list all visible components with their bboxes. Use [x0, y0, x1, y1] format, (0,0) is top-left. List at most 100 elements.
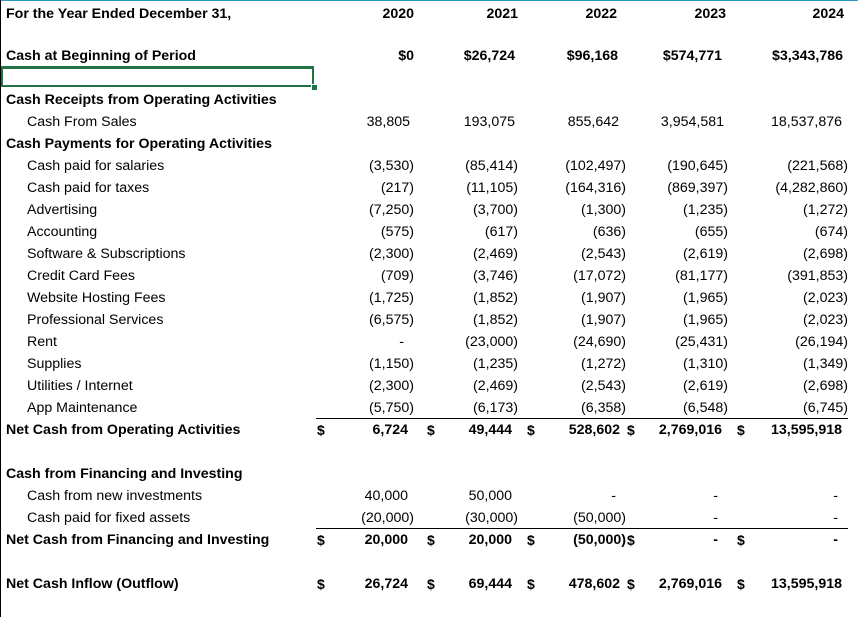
fin-row-1-2020[interactable]: (20,000)	[330, 507, 414, 529]
op-row-11-2023[interactable]: (6,548)	[640, 397, 728, 419]
op-row-0-2024[interactable]: (221,568)	[740, 155, 848, 177]
op-row-8-2022[interactable]: (24,690)	[540, 331, 626, 353]
op-row-4-2020[interactable]: (2,300)	[330, 243, 414, 265]
sales-2020[interactable]: 38,805	[330, 111, 410, 133]
op-row-2-label[interactable]: Advertising	[27, 199, 97, 221]
year-2020[interactable]: 2020	[330, 3, 414, 25]
op-row-6-2023[interactable]: (1,965)	[640, 287, 728, 309]
financing-heading[interactable]: Cash from Financing and Investing	[6, 463, 242, 485]
sales-2022[interactable]: 855,642	[540, 111, 619, 133]
net-inflow-2024[interactable]: 13,595,918	[750, 573, 842, 595]
op-row-11-2021[interactable]: (6,173)	[440, 397, 518, 419]
op-row-2-2022[interactable]: (1,300)	[540, 199, 626, 221]
op-row-7-2022[interactable]: (1,907)	[540, 309, 626, 331]
net-financing-2020[interactable]: 20,000	[340, 529, 408, 551]
op-row-6-2020[interactable]: (1,725)	[330, 287, 414, 309]
op-row-7-2021[interactable]: (1,852)	[440, 309, 518, 331]
op-row-8-2021[interactable]: (23,000)	[440, 331, 518, 353]
op-row-4-label[interactable]: Software & Subscriptions	[27, 243, 186, 265]
op-row-9-2021[interactable]: (1,235)	[440, 353, 518, 375]
net-operating-2020[interactable]: 6,724	[340, 419, 408, 441]
net-financing-2022[interactable]: (50,000)	[550, 529, 626, 551]
fin-row-0-2023[interactable]: -	[640, 485, 718, 507]
op-row-9-2024[interactable]: (1,349)	[740, 353, 848, 375]
op-row-1-2022[interactable]: (164,316)	[540, 177, 626, 199]
op-row-5-2022[interactable]: (17,072)	[540, 265, 626, 287]
sales-label[interactable]: Cash From Sales	[27, 111, 137, 133]
op-row-4-2021[interactable]: (2,469)	[440, 243, 518, 265]
op-row-6-label[interactable]: Website Hosting Fees	[27, 287, 166, 309]
net-financing-2023[interactable]: -	[650, 529, 718, 551]
op-row-1-2023[interactable]: (869,397)	[640, 177, 728, 199]
year-2024[interactable]: 2024	[740, 3, 844, 25]
fin-row-0-2021[interactable]: 50,000	[440, 485, 512, 507]
op-row-10-2021[interactable]: (2,469)	[440, 375, 518, 397]
op-row-6-2022[interactable]: (1,907)	[540, 287, 626, 309]
year-2022[interactable]: 2022	[540, 3, 617, 25]
op-row-0-label[interactable]: Cash paid for salaries	[27, 155, 164, 177]
net-inflow-2020[interactable]: 26,724	[340, 573, 408, 595]
net-financing-2024[interactable]: -	[750, 529, 838, 551]
op-row-7-2023[interactable]: (1,965)	[640, 309, 728, 331]
op-row-0-2020[interactable]: (3,530)	[330, 155, 414, 177]
fill-handle[interactable]	[311, 84, 318, 91]
net-financing-2021[interactable]: 20,000	[450, 529, 512, 551]
fin-row-1-2022[interactable]: (50,000)	[540, 507, 626, 529]
fin-row-0-2024[interactable]: -	[740, 485, 838, 507]
op-row-2-2023[interactable]: (1,235)	[640, 199, 728, 221]
op-row-8-2020[interactable]: -	[330, 331, 404, 353]
net-operating-2021[interactable]: 49,444	[450, 419, 512, 441]
op-row-8-label[interactable]: Rent	[27, 331, 57, 353]
op-row-2-2024[interactable]: (1,272)	[740, 199, 848, 221]
sales-2023[interactable]: 3,954,581	[640, 111, 724, 133]
net-inflow-2021[interactable]: 69,444	[450, 573, 512, 595]
op-row-10-2024[interactable]: (2,698)	[740, 375, 848, 397]
op-row-3-2022[interactable]: (636)	[540, 221, 626, 243]
op-row-5-label[interactable]: Credit Card Fees	[27, 265, 135, 287]
net-operating-label[interactable]: Net Cash from Operating Activities	[6, 419, 240, 441]
op-row-7-2024[interactable]: (2,023)	[740, 309, 848, 331]
op-row-6-2024[interactable]: (2,023)	[740, 287, 848, 309]
op-row-2-2020[interactable]: (7,250)	[330, 199, 414, 221]
selected-cell[interactable]	[1, 67, 314, 87]
fin-row-0-2022[interactable]: -	[540, 485, 616, 507]
op-row-11-label[interactable]: App Maintenance	[27, 397, 137, 419]
header-label[interactable]: For the Year Ended December 31,	[6, 3, 231, 25]
op-row-5-2021[interactable]: (3,746)	[440, 265, 518, 287]
op-row-5-2023[interactable]: (81,177)	[640, 265, 728, 287]
op-row-4-2024[interactable]: (2,698)	[740, 243, 848, 265]
op-row-0-2021[interactable]: (85,414)	[440, 155, 518, 177]
op-row-3-2021[interactable]: (617)	[440, 221, 518, 243]
fin-row-1-2024[interactable]: -	[740, 507, 838, 529]
receipts-heading[interactable]: Cash Receipts from Operating Activities	[6, 89, 277, 111]
op-row-8-2023[interactable]: (25,431)	[640, 331, 728, 353]
net-operating-2024[interactable]: 13,595,918	[750, 419, 842, 441]
net-financing-label[interactable]: Net Cash from Financing and Investing	[6, 529, 269, 551]
op-row-1-2021[interactable]: (11,105)	[440, 177, 518, 199]
op-row-8-2024[interactable]: (26,194)	[740, 331, 848, 353]
op-row-10-2023[interactable]: (2,619)	[640, 375, 728, 397]
op-row-3-2024[interactable]: (674)	[740, 221, 848, 243]
year-2023[interactable]: 2023	[640, 3, 726, 25]
fin-row-0-label[interactable]: Cash from new investments	[27, 485, 202, 507]
net-inflow-2023[interactable]: 2,769,016	[650, 573, 722, 595]
fin-row-0-2020[interactable]: 40,000	[330, 485, 408, 507]
op-row-0-2023[interactable]: (190,645)	[640, 155, 728, 177]
op-row-9-2023[interactable]: (1,310)	[640, 353, 728, 375]
fin-row-1-label[interactable]: Cash paid for fixed assets	[27, 507, 190, 529]
op-row-11-2024[interactable]: (6,745)	[740, 397, 848, 419]
op-row-2-2021[interactable]: (3,700)	[440, 199, 518, 221]
op-row-10-2020[interactable]: (2,300)	[330, 375, 414, 397]
op-row-6-2021[interactable]: (1,852)	[440, 287, 518, 309]
op-row-9-2022[interactable]: (1,272)	[540, 353, 626, 375]
op-row-0-2022[interactable]: (102,497)	[540, 155, 626, 177]
op-row-10-label[interactable]: Utilities / Internet	[27, 375, 133, 397]
sales-2024[interactable]: 18,537,876	[740, 111, 842, 133]
net-operating-2022[interactable]: 528,602	[550, 419, 620, 441]
op-row-7-label[interactable]: Professional Services	[27, 309, 163, 331]
op-row-4-2023[interactable]: (2,619)	[640, 243, 728, 265]
sales-2021[interactable]: 193,075	[440, 111, 515, 133]
year-2021[interactable]: 2021	[440, 3, 518, 25]
beginning-2022[interactable]: $96,168	[540, 45, 618, 67]
net-inflow-label[interactable]: Net Cash Inflow (Outflow)	[6, 573, 179, 595]
